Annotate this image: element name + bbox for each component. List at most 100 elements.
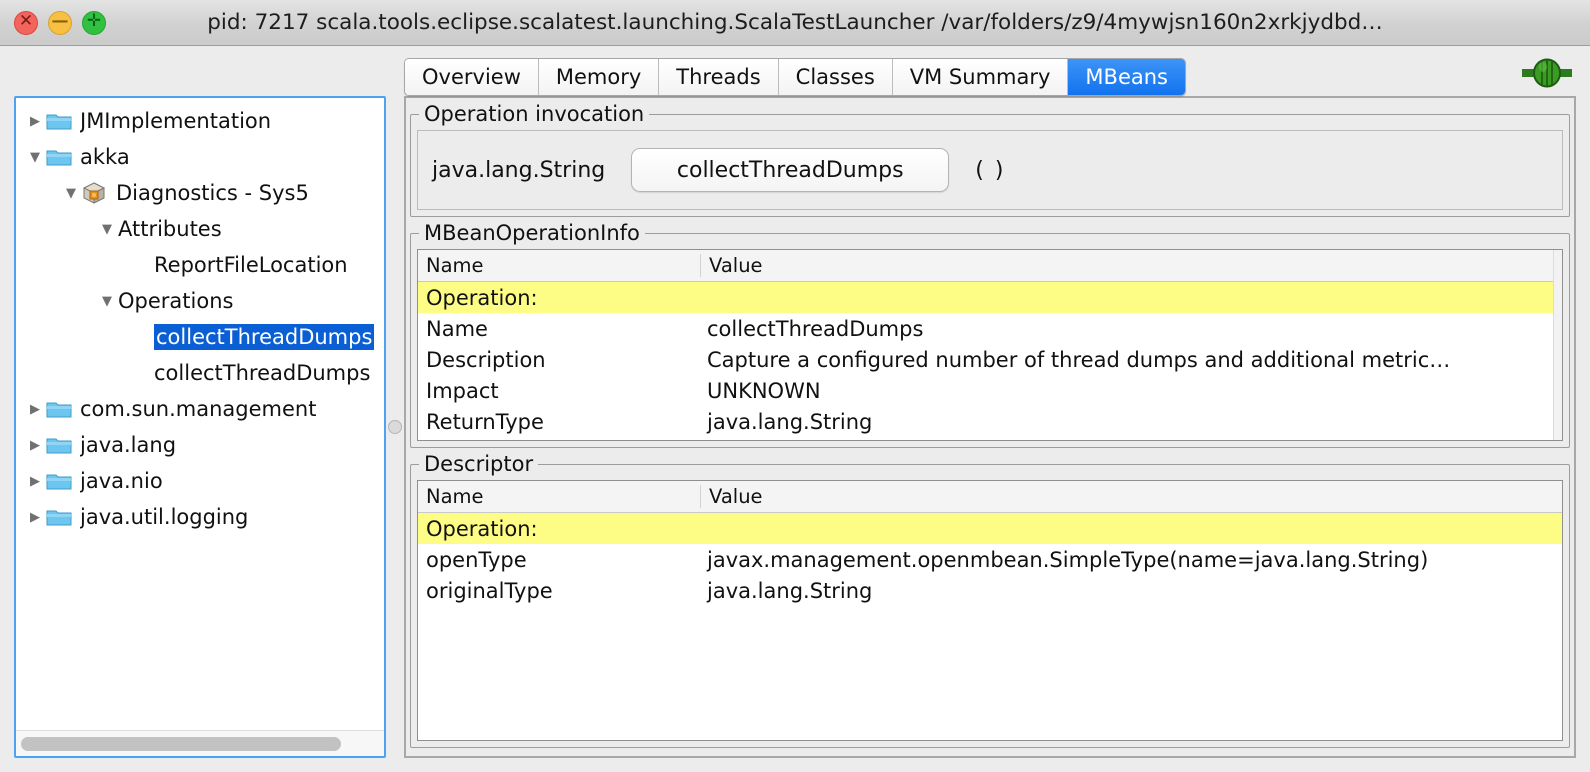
cell-name: ReturnType <box>426 409 544 434</box>
tree-item-label: collectThreadDumps <box>154 361 371 385</box>
maximize-button[interactable]: ✛ <box>82 10 106 35</box>
cell-name: Impact <box>426 378 499 403</box>
twisty-spacer <box>132 330 154 345</box>
cell-value: collectThreadDumps <box>707 316 924 341</box>
tab-group: Overview Memory Threads Classes VM Summary MB… <box>404 58 1186 96</box>
table-header: Name Value <box>418 250 1562 282</box>
cell-name: originalType <box>426 578 553 603</box>
tab-classes[interactable]: Classes <box>778 59 893 95</box>
window-title: pid: 7217 scala.tools.eclipse.scalatest.… <box>207 10 1383 35</box>
mbean-tree-panel: ▶ JMImplementation ▼ akka ▼ Diagnostics - Sys… <box>14 96 386 758</box>
cell-value: java.lang.String <box>707 409 873 434</box>
table-row[interactable]: ReturnType java.lang.String <box>418 406 1562 437</box>
tree-item-label: Attributes <box>118 217 222 241</box>
tree-scrollbar-thumb[interactable] <box>21 736 341 751</box>
chevron-right-icon[interactable]: ▶ <box>24 114 46 129</box>
cell-name: Name <box>426 316 488 341</box>
mbean-detail-panel: Operation invocation java.lang.String co… <box>404 96 1576 758</box>
tree-item-label: com.sun.management <box>80 397 317 421</box>
tree-item-label: Diagnostics - Sys5 <box>116 181 309 205</box>
folder-icon <box>46 435 72 455</box>
close-icon: ✕ <box>18 11 34 31</box>
folder-icon <box>46 471 72 491</box>
operation-invocation-legend: Operation invocation <box>424 102 645 126</box>
tab-vm-summary[interactable]: VM Summary <box>892 59 1069 95</box>
tree-item-akka[interactable]: ▼ akka <box>16 139 384 175</box>
cell-name: Operation: <box>426 516 538 541</box>
tree-item-label: java.lang <box>80 433 177 457</box>
tree-item-collectthreaddumps[interactable]: collectThreadDumps <box>16 355 384 391</box>
tab-mbeans[interactable]: MBeans <box>1068 59 1185 95</box>
minimize-button[interactable]: — <box>48 10 72 35</box>
jconsole-window: ✕ — ✛ pid: 7217 scala.tools.eclipse.scal… <box>0 0 1590 772</box>
tree-item-collectthreaddumps[interactable]: collectThreadDumps <box>16 319 384 355</box>
tree-item-label: java.nio <box>80 469 163 493</box>
table-header: Name Value <box>418 481 1562 513</box>
folder-icon <box>46 111 72 131</box>
table-row[interactable]: Impact UNKNOWN <box>418 375 1562 406</box>
table-row[interactable]: Operation: <box>418 282 1562 313</box>
table-row[interactable]: openType javax.management.openmbean.Simpl… <box>418 544 1562 575</box>
folder-icon <box>46 507 72 527</box>
cell-value: UNKNOWN <box>707 378 821 403</box>
chevron-right-icon[interactable]: ▶ <box>24 402 46 417</box>
tree-item-java-lang[interactable]: ▶ java.lang <box>16 427 384 463</box>
split-pane-divider[interactable] <box>386 96 404 758</box>
tab-overview[interactable]: Overview <box>405 59 539 95</box>
column-header-name[interactable]: Name <box>418 254 701 277</box>
operation-invocation-body: java.lang.String collectThreadDumps ( ) <box>417 130 1563 210</box>
cell-value: java.lang.String <box>707 578 873 603</box>
mbean-tree[interactable]: ▶ JMImplementation ▼ akka ▼ Diagnostics - Sys… <box>16 98 384 730</box>
divider-grip-icon[interactable] <box>388 420 402 434</box>
table-row[interactable]: Description Capture a configured number o… <box>418 344 1562 375</box>
plug-connected-icon[interactable] <box>1520 58 1574 88</box>
tree-item-label: akka <box>80 145 130 169</box>
column-header-value[interactable]: Value <box>701 485 1562 508</box>
table-row[interactable]: originalType java.lang.String <box>418 575 1562 606</box>
invoke-operation-button[interactable]: collectThreadDumps <box>631 148 950 192</box>
cell-value: javax.management.openmbean.SimpleType(na… <box>707 547 1429 572</box>
chevron-down-icon[interactable]: ▼ <box>24 150 46 165</box>
tree-item-attributes[interactable]: ▼ Attributes <box>16 211 384 247</box>
tab-bar: Overview Memory Threads Classes VM Summary MB… <box>0 46 1590 96</box>
operation-return-type: java.lang.String <box>432 157 606 183</box>
tree-item-diagnostics-sys5[interactable]: ▼ Diagnostics - Sys5 <box>16 175 384 211</box>
descriptor-group: Descriptor Name Value Operation: openType… <box>410 452 1570 748</box>
maximize-icon: ✛ <box>86 11 102 31</box>
twisty-spacer <box>132 366 154 381</box>
mbean-operation-info-group: MBeanOperationInfo Name Value Operation:… <box>410 221 1570 448</box>
chevron-down-icon[interactable]: ▼ <box>96 294 118 309</box>
column-header-value[interactable]: Value <box>701 254 1562 277</box>
window-controls: ✕ — ✛ <box>0 10 106 35</box>
chevron-down-icon[interactable]: ▼ <box>96 222 118 237</box>
tab-threads[interactable]: Threads <box>659 59 779 95</box>
tree-item-jmimplementation[interactable]: ▶ JMImplementation <box>16 103 384 139</box>
tree-item-label: java.util.logging <box>80 505 249 529</box>
tree-item-java-nio[interactable]: ▶ java.nio <box>16 463 384 499</box>
descriptor-table: Name Value Operation: openType javax.manag… <box>417 480 1563 741</box>
tree-item-java-util-logging[interactable]: ▶ java.util.logging <box>16 499 384 535</box>
chevron-right-icon[interactable]: ▶ <box>24 438 46 453</box>
chevron-right-icon[interactable]: ▶ <box>24 510 46 525</box>
table-body: Operation: Name collectThreadDumps Descript… <box>418 282 1562 440</box>
tree-item-com-sun-management[interactable]: ▶ com.sun.management <box>16 391 384 427</box>
cell-value: Capture a configured number of thread du… <box>707 347 1451 372</box>
table-row[interactable]: Name collectThreadDumps <box>418 313 1562 344</box>
table-vertical-scrollbar[interactable] <box>1553 250 1562 440</box>
tree-item-reportfilelocation[interactable]: ReportFileLocation <box>16 247 384 283</box>
close-button[interactable]: ✕ <box>14 10 38 35</box>
tab-memory[interactable]: Memory <box>538 59 660 95</box>
cell-name: openType <box>426 547 527 572</box>
tree-item-label: Operations <box>118 289 234 313</box>
mbean-operation-info-table: Name Value Operation: Name collectThreadDu… <box>417 249 1563 441</box>
folder-icon <box>46 147 72 167</box>
chevron-right-icon[interactable]: ▶ <box>24 474 46 489</box>
tree-horizontal-scrollbar[interactable] <box>16 730 384 756</box>
tree-item-operations[interactable]: ▼ Operations <box>16 283 384 319</box>
chevron-down-icon[interactable]: ▼ <box>60 186 82 201</box>
cell-name: Description <box>426 347 546 372</box>
tree-item-label: collectThreadDumps <box>154 324 375 350</box>
column-header-name[interactable]: Name <box>418 485 701 508</box>
table-row[interactable]: Operation: <box>418 513 1562 544</box>
twisty-spacer <box>132 258 154 273</box>
